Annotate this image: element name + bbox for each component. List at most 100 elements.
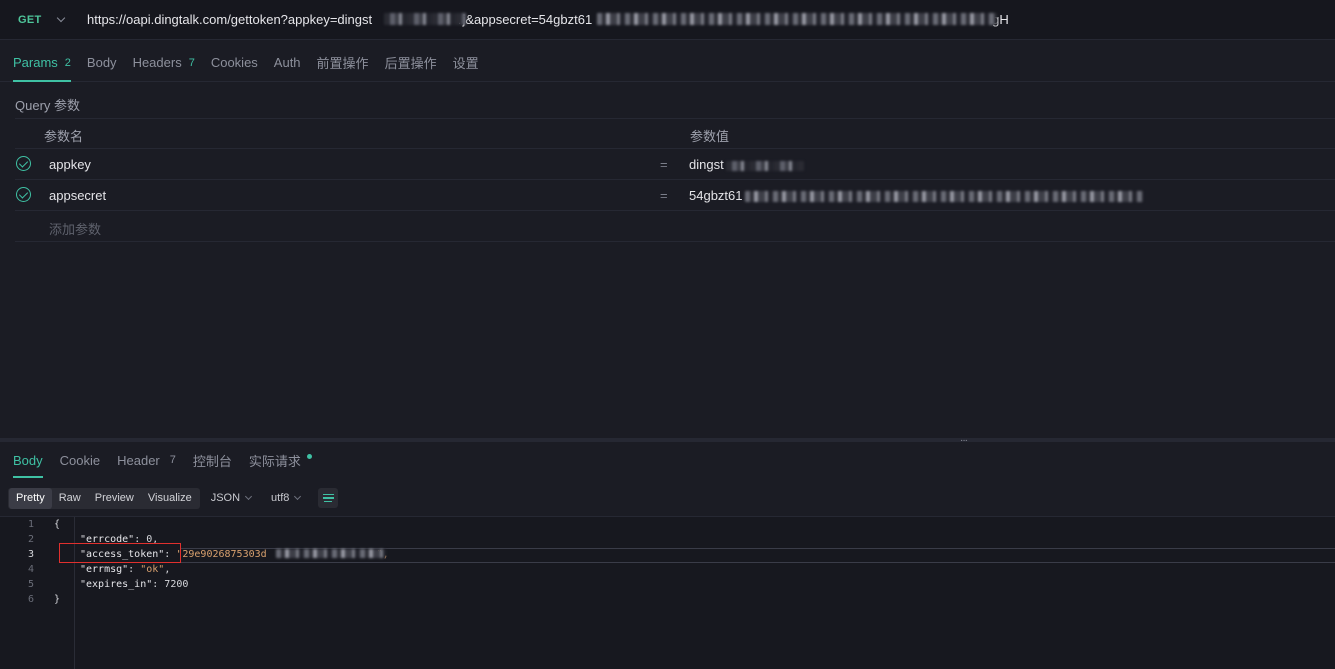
code-line: 2 "errcode": 0, <box>0 534 1335 549</box>
tab-body[interactable]: Body <box>87 44 117 82</box>
tab-count: 7 <box>169 454 176 466</box>
check-circle-icon[interactable] <box>16 156 31 171</box>
line-number: 1 <box>27 519 34 530</box>
code-line: 5 "expires_in": 7200 <box>0 579 1335 594</box>
encoding-select[interactable]: utf8 <box>271 492 302 504</box>
param-value-text: 54gbzt61 <box>689 188 743 203</box>
code-line: 6 } <box>0 594 1335 609</box>
tab-label: 实际请求 <box>248 453 301 469</box>
code-line: 1 { <box>0 519 1335 534</box>
view-raw-button[interactable]: Raw <box>52 488 88 509</box>
tab-label: Body <box>13 452 43 468</box>
chevron-down-icon <box>245 492 253 501</box>
query-params-label: Query 参数 <box>15 98 81 113</box>
json-key: "expires_in" <box>80 579 153 590</box>
param-value[interactable]: 54gbzt61 <box>689 188 1143 203</box>
add-param-input[interactable]: 添加参数 <box>49 219 101 238</box>
tab-headers[interactable]: Headers 7 <box>133 44 195 82</box>
tab-params[interactable]: Params 2 <box>13 44 71 82</box>
redacted-blur <box>597 13 997 25</box>
column-header-name: 参数名 <box>44 129 84 144</box>
format-label: JSON <box>210 492 241 504</box>
code-text: "errmsg": "ok", <box>80 564 170 575</box>
url-middle: rj&appsecret=54gbzt61 <box>458 12 593 27</box>
line-number: 4 <box>27 564 34 575</box>
response-toolbar: Pretty Raw Preview Visualize JSON utf8 <box>8 487 339 509</box>
redacted-blur <box>725 160 804 171</box>
tab-label: Auth <box>273 55 301 70</box>
tab-cookies[interactable]: Cookies <box>211 44 258 82</box>
tab-count: 7 <box>188 56 195 69</box>
tab-settings[interactable]: 设置 <box>453 44 479 82</box>
url-bar: GET https://oapi.dingtalk.com/gettoken?a… <box>0 0 1335 40</box>
line-number: 6 <box>27 594 34 605</box>
code-text: } <box>54 594 61 605</box>
chevron-down-icon <box>56 13 65 23</box>
table-row: appsecret = 54gbzt61 <box>15 180 1335 211</box>
table-header: 参数名 参数值 <box>15 118 1335 149</box>
json-sep: : <box>152 579 165 590</box>
equals-sign: = <box>660 157 668 172</box>
code-line: 3 "access_token": "29e9026875303d", <box>0 549 1335 564</box>
json-punct: , <box>164 564 171 575</box>
tab-actual-request[interactable]: 实际请求 <box>249 442 312 478</box>
table-row-add: 添加参数 <box>15 211 1335 242</box>
encoding-label: utf8 <box>271 492 290 504</box>
tab-response-header[interactable]: Header 7 <box>117 442 176 478</box>
response-editor[interactable]: 1 { 2 "errcode": 0, 3 "access_token": "2… <box>0 516 1335 669</box>
tab-auth[interactable]: Auth <box>274 44 301 82</box>
request-tabs: Params 2 Body Headers 7 Cookies Auth 前置操作 … <box>0 44 1335 82</box>
url-prefix: https://oapi.dingtalk.com/gettoken?appke… <box>87 12 373 27</box>
method-label: GET <box>18 13 42 26</box>
status-dot-icon <box>306 453 312 459</box>
view-preview-button[interactable]: Preview <box>88 488 141 509</box>
tab-label: 设置 <box>452 56 479 71</box>
tab-pre-operations[interactable]: 前置操作 <box>317 44 369 82</box>
column-header-value: 参数值 <box>690 129 730 144</box>
json-key: "errmsg" <box>80 564 129 575</box>
tab-label: Headers <box>132 55 182 70</box>
tab-label: 后置操作 <box>384 56 437 71</box>
tab-label: Params <box>13 55 58 70</box>
format-select[interactable]: JSON <box>210 492 253 504</box>
tab-response-cookie[interactable]: Cookie <box>60 442 100 478</box>
tab-response-body[interactable]: Body <box>13 442 43 478</box>
tab-count: 2 <box>64 56 71 69</box>
tab-label: Cookie <box>59 452 101 468</box>
view-visualize-button[interactable]: Visualize <box>141 488 199 509</box>
json-value: "ok" <box>140 564 165 575</box>
tab-label: Body <box>86 55 117 70</box>
json-sep: : <box>128 564 141 575</box>
tab-label: Cookies <box>210 55 258 70</box>
tab-label: Header <box>117 452 160 468</box>
code-text: "expires_in": 7200 <box>80 579 188 590</box>
line-number: 2 <box>27 534 34 545</box>
code-line: 4 "errmsg": "ok", <box>0 564 1335 579</box>
response-tabs: Body Cookie Header 7 控制台 实际请求 <box>0 442 1335 478</box>
view-pretty-button[interactable]: Pretty <box>9 487 52 509</box>
tab-console[interactable]: 控制台 <box>193 442 232 478</box>
chevron-down-icon <box>294 492 302 501</box>
param-value[interactable]: dingst <box>689 157 804 172</box>
redacted-blur <box>384 13 466 25</box>
method-select[interactable]: GET <box>18 14 80 26</box>
url-input[interactable]: https://oapi.dingtalk.com/gettoken?appke… <box>87 12 1009 27</box>
line-number: 5 <box>27 579 34 590</box>
param-key[interactable]: appkey <box>49 157 91 172</box>
params-table: 参数名 参数值 appkey = dingst appsecret = 54gb… <box>15 118 1335 242</box>
json-value: "29e9026875303d <box>176 549 267 560</box>
tab-post-operations[interactable]: 后置操作 <box>385 44 437 82</box>
param-value-text: dingst <box>689 157 724 172</box>
equals-sign: = <box>660 188 668 203</box>
tab-label: 控制台 <box>192 453 232 469</box>
json-value: 7200 <box>164 579 189 590</box>
param-key[interactable]: appsecret <box>49 188 106 203</box>
table-row: appkey = dingst <box>15 149 1335 180</box>
word-wrap-icon[interactable] <box>318 488 339 508</box>
code-text: { <box>54 519 61 530</box>
redacted-blur <box>276 549 386 558</box>
redacted-blur <box>744 191 1143 203</box>
line-number: 3 <box>27 549 34 560</box>
view-mode-switch: Pretty Raw Preview Visualize <box>8 487 200 509</box>
check-circle-icon[interactable] <box>16 187 31 202</box>
